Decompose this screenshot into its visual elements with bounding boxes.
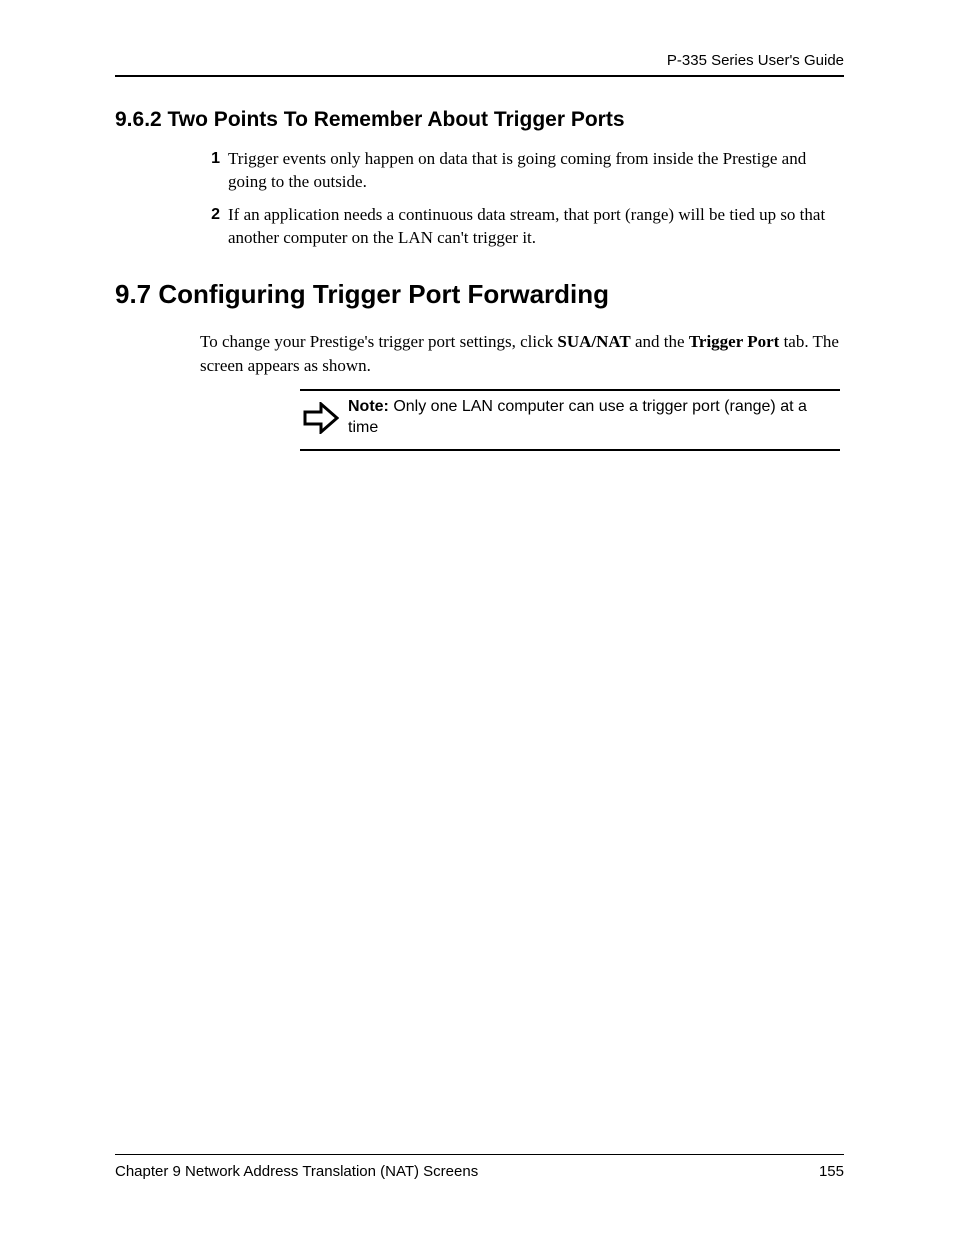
list-text: Trigger events only happen on data that … — [228, 148, 844, 194]
note-label: Note: — [348, 398, 389, 415]
footer: Chapter 9 Network Address Translation (N… — [115, 1163, 844, 1180]
intro-paragraph: To change your Prestige's trigger port s… — [200, 330, 844, 378]
bold-sua-nat: SUA/NAT — [557, 332, 630, 351]
bold-trigger-port: Trigger Port — [689, 332, 779, 351]
heading-9-7: 9.7 Configuring Trigger Port Forwarding — [115, 279, 844, 310]
list-number: 2 — [200, 204, 228, 250]
numbered-list: 1 Trigger events only happen on data tha… — [200, 148, 844, 260]
footer-rule — [115, 1154, 844, 1155]
list-text: If an application needs a continuous dat… — [228, 204, 844, 250]
header-rule — [115, 75, 844, 77]
list-number: 1 — [200, 148, 228, 194]
note-box: Note: Only one LAN computer can use a tr… — [300, 389, 840, 451]
para-text: and the — [631, 332, 689, 351]
list-item: 2 If an application needs a continuous d… — [200, 204, 844, 250]
para-text: To change your Prestige's trigger port s… — [200, 332, 557, 351]
note-text: Note: Only one LAN computer can use a tr… — [342, 397, 840, 439]
running-header: P-335 Series User's Guide — [115, 52, 844, 69]
footer-chapter: Chapter 9 Network Address Translation (N… — [115, 1163, 478, 1180]
page: P-335 Series User's Guide 9.6.2 Two Poin… — [0, 0, 954, 1235]
arrow-right-icon — [300, 402, 342, 434]
note-body: Only one LAN computer can use a trigger … — [348, 398, 807, 436]
heading-9-6-2: 9.6.2 Two Points To Remember About Trigg… — [115, 108, 844, 132]
footer-page-number: 155 — [819, 1163, 844, 1180]
list-item: 1 Trigger events only happen on data tha… — [200, 148, 844, 194]
